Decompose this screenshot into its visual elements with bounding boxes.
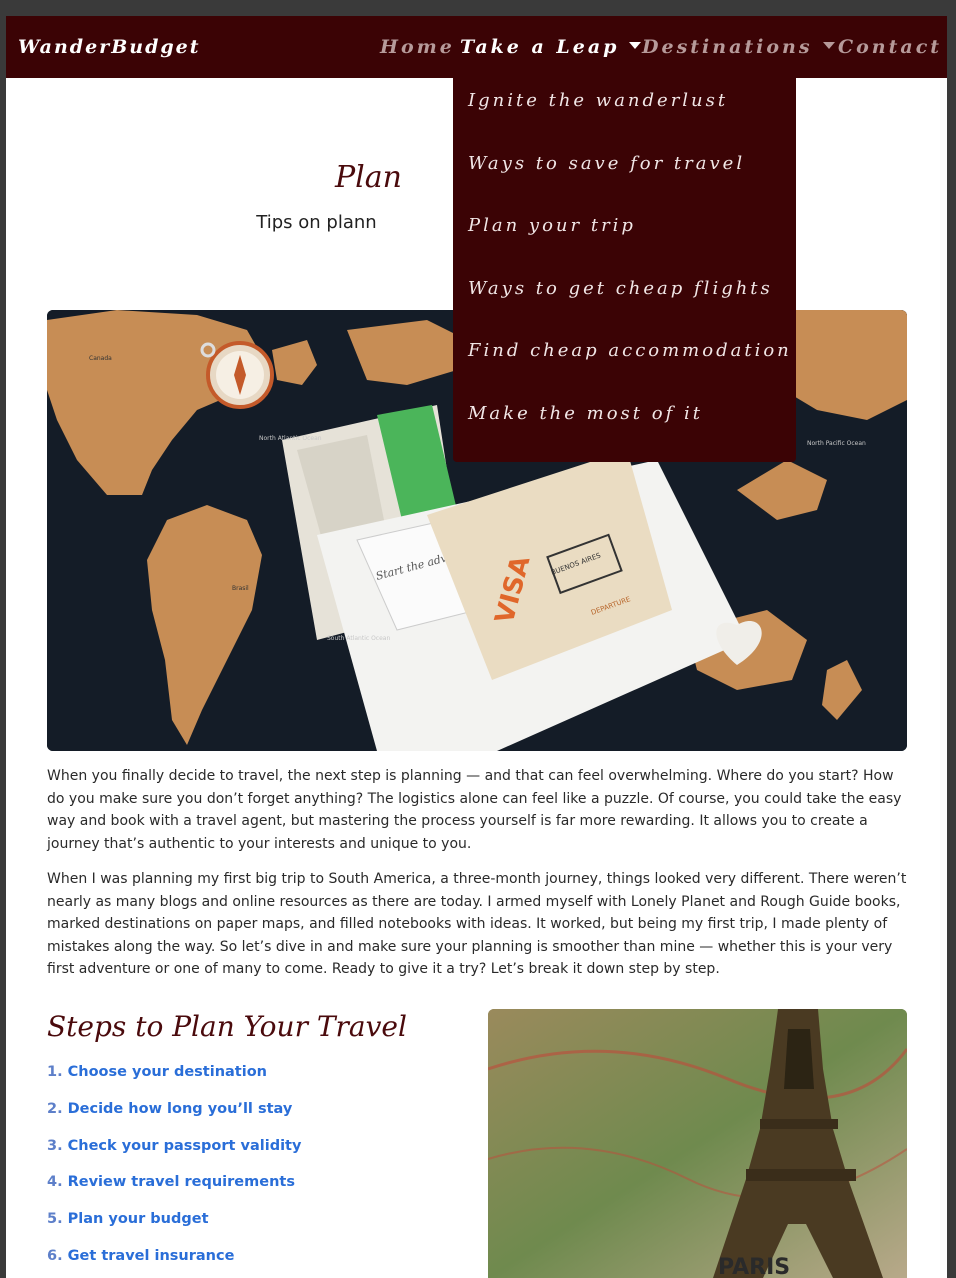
chevron-down-icon: [629, 42, 642, 49]
intro-paragraph-2: When I was planning my first big trip to…: [47, 871, 907, 977]
intro-paragraph-1: When you finally decide to travel, the n…: [47, 768, 902, 852]
step-link-5[interactable]: 5. Plan your budget: [47, 1211, 209, 1227]
step-link-3[interactable]: 3. Check your passport validity: [47, 1138, 301, 1154]
dropdown-item-save[interactable]: Ways to save for travel: [468, 153, 745, 174]
dropdown-item-flights[interactable]: Ways to get cheap flights: [468, 278, 773, 299]
eiffel-tower-image: PARIS: [488, 1009, 907, 1278]
nav-destinations-label: Destinations: [642, 36, 813, 58]
take-a-leap-dropdown: Ignite the wanderlust Ways to save for t…: [453, 78, 796, 462]
nav-take-a-leap-label: Take a Leap: [460, 36, 620, 58]
dropdown-item-ignite[interactable]: Ignite the wanderlust: [468, 90, 728, 111]
navbar: WanderBudget Home Take a Leap Destinatio…: [6, 16, 947, 78]
step-link-2[interactable]: 2. Decide how long you’ll stay: [47, 1101, 292, 1117]
ocean-label-north-atlantic: North Atlantic Ocean: [259, 435, 322, 442]
country-label-brasil: Brasil: [232, 585, 249, 592]
steps-heading: Steps to Plan Your Travel: [47, 1010, 407, 1043]
step-link-4[interactable]: 4. Review travel requirements: [47, 1174, 295, 1190]
country-label-canada: Canada: [89, 355, 112, 362]
ocean-label-north-pacific: North Pacific Ocean: [807, 440, 866, 447]
dropdown-item-plan[interactable]: Plan your trip: [468, 215, 636, 236]
nav-destinations[interactable]: Destinations: [642, 36, 835, 58]
chevron-down-icon: [822, 42, 835, 49]
map-label-paris: PARIS: [718, 1255, 790, 1278]
nav-home-label: Home: [380, 36, 455, 58]
nav-contact-label: Contact: [838, 36, 943, 58]
eiffel-tower-illustration: PARIS: [488, 1009, 907, 1278]
dropdown-item-make-most[interactable]: Make the most of it: [468, 403, 703, 424]
nav-home[interactable]: Home: [380, 36, 455, 58]
dropdown-item-accommodation[interactable]: Find cheap accommodation: [468, 340, 792, 361]
brand-logo[interactable]: WanderBudget: [18, 36, 201, 58]
step-link-6[interactable]: 6. Get travel insurance: [47, 1248, 234, 1264]
ocean-label-south-atlantic: South Atlantic Ocean: [327, 635, 390, 642]
nav-take-a-leap[interactable]: Take a Leap: [460, 36, 642, 58]
step-link-1[interactable]: 1. Choose your destination: [47, 1064, 267, 1080]
nav-contact[interactable]: Contact: [838, 36, 942, 58]
page: WanderBudget Home Take a Leap Destinatio…: [6, 16, 947, 1278]
